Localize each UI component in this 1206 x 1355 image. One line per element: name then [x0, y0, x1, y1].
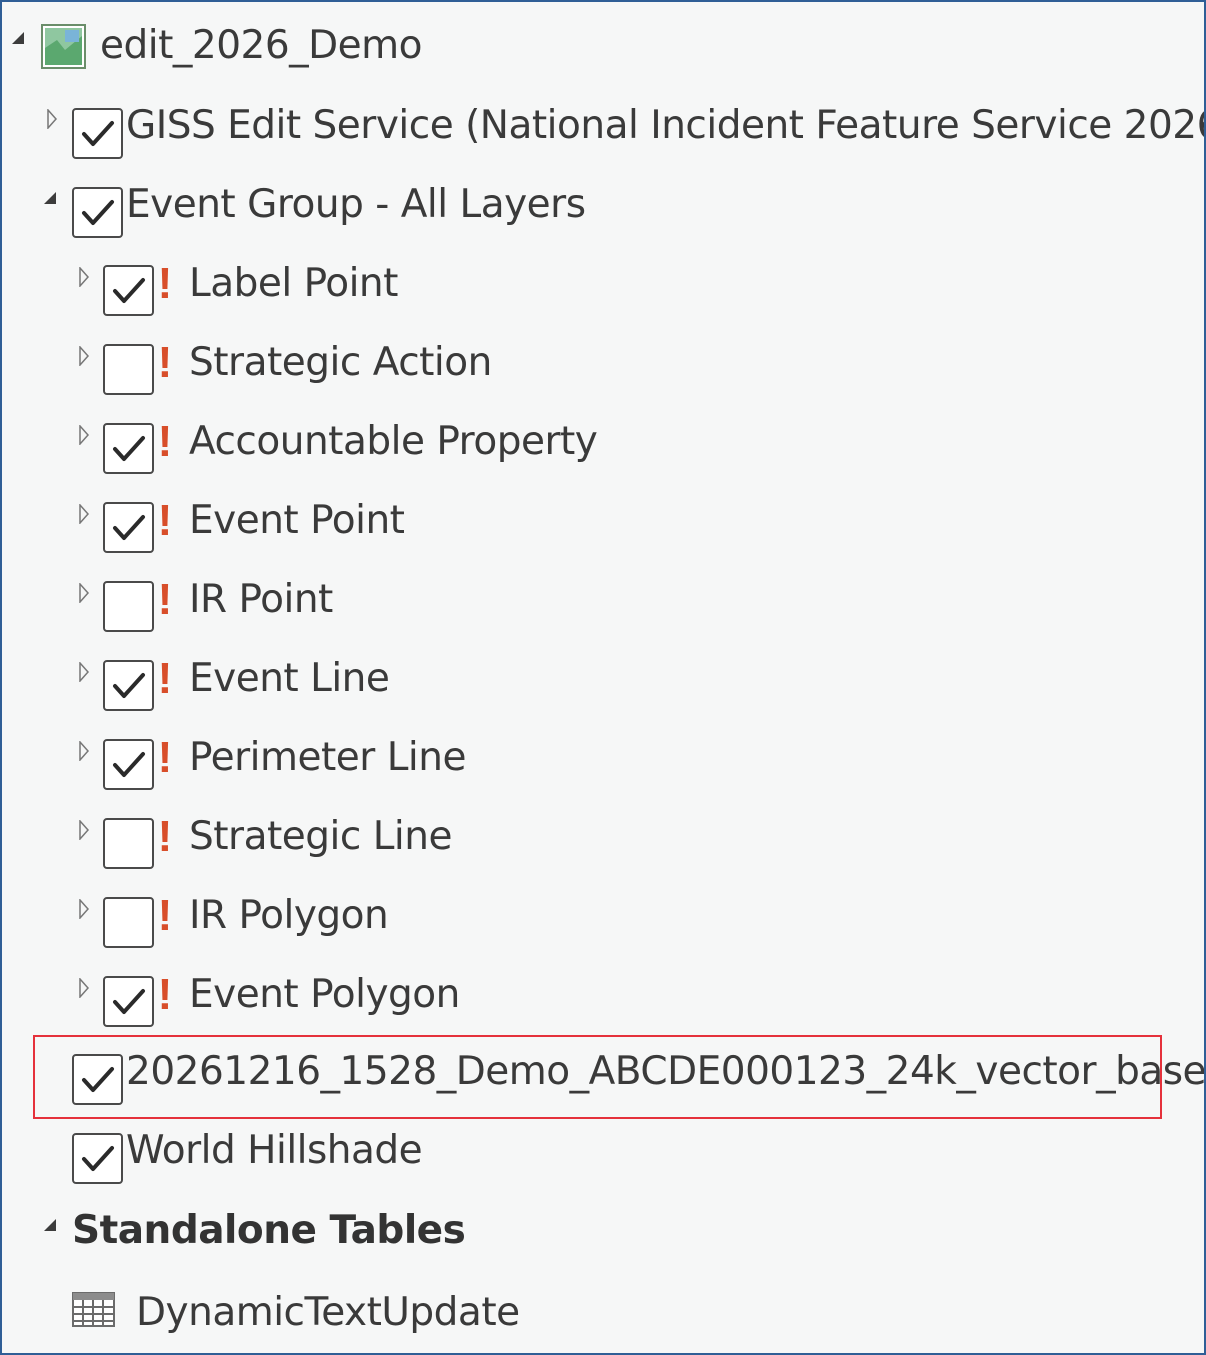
map-icon [41, 24, 86, 69]
layer-checkbox[interactable] [72, 108, 123, 159]
warning-icon: ! [157, 654, 173, 703]
sublayer-checkbox[interactable] [103, 502, 154, 553]
collapse-triangle-icon[interactable] [79, 267, 89, 287]
layer-checkbox[interactable] [72, 187, 123, 238]
sublayer-row[interactable]: ! Event Point [2, 482, 1204, 561]
warning-icon: ! [157, 417, 173, 466]
warning-icon: ! [157, 733, 173, 782]
collapse-triangle-icon[interactable] [79, 583, 89, 603]
sublayer-label: Event Line [189, 656, 390, 701]
warning-icon: ! [157, 891, 173, 940]
layer-row-event-group[interactable]: Event Group - All Layers [2, 166, 1204, 245]
layer-checkbox[interactable] [72, 1054, 123, 1105]
table-icon [72, 1292, 115, 1327]
sublayer-label: Strategic Action [189, 340, 492, 385]
layer-row-giss-edit-service[interactable]: GISS Edit Service (National Incident Fea… [2, 87, 1204, 166]
layer-label: Event Group - All Layers [126, 182, 586, 227]
sublayer-label: Accountable Property [189, 419, 598, 464]
expand-triangle-icon[interactable] [12, 32, 24, 44]
sublayer-label: Perimeter Line [189, 735, 466, 780]
expand-triangle-icon[interactable] [44, 1219, 56, 1231]
expand-triangle-icon[interactable] [44, 192, 56, 204]
layer-row-world-hillshade[interactable]: World Hillshade [2, 1114, 1204, 1193]
collapse-triangle-icon[interactable] [79, 504, 89, 524]
collapse-triangle-icon[interactable] [79, 662, 89, 682]
layer-label: GISS Edit Service (National Incident Fea… [126, 103, 1206, 148]
sublayer-row[interactable]: ! Event Polygon [2, 956, 1204, 1035]
warning-icon: ! [157, 338, 173, 387]
map-row[interactable]: edit_2026_Demo [2, 8, 1204, 87]
warning-icon: ! [157, 812, 173, 861]
layer-label: World Hillshade [126, 1128, 423, 1173]
sublayer-label: IR Polygon [189, 893, 389, 938]
sublayer-row[interactable]: ! Strategic Action [2, 324, 1204, 403]
warning-icon: ! [157, 970, 173, 1019]
sublayer-row[interactable]: ! IR Point [2, 561, 1204, 640]
sublayer-row[interactable]: ! Label Point [2, 245, 1204, 324]
sublayer-checkbox[interactable] [103, 660, 154, 711]
collapse-triangle-icon[interactable] [47, 109, 57, 129]
layer-label: 20261216_1528_Demo_ABCDE000123_24k_vecto… [126, 1049, 1206, 1094]
sublayer-checkbox[interactable] [103, 897, 154, 948]
sublayer-checkbox[interactable] [103, 265, 154, 316]
warning-icon: ! [157, 496, 173, 545]
sublayer-row[interactable]: ! IR Polygon [2, 877, 1204, 956]
collapse-triangle-icon[interactable] [79, 978, 89, 998]
standalone-tables-label: Standalone Tables [72, 1208, 466, 1253]
warning-icon: ! [157, 575, 173, 624]
collapse-triangle-icon[interactable] [79, 820, 89, 840]
sublayer-checkbox[interactable] [103, 818, 154, 869]
warning-icon: ! [157, 259, 173, 308]
layer-checkbox[interactable] [72, 1133, 123, 1184]
sublayer-label: Strategic Line [189, 814, 452, 859]
sublayer-checkbox[interactable] [103, 581, 154, 632]
sublayer-label: Event Polygon [189, 972, 460, 1017]
table-label: DynamicTextUpdate [136, 1290, 520, 1335]
standalone-tables-header[interactable]: Standalone Tables [2, 1193, 1204, 1272]
collapse-triangle-icon[interactable] [79, 425, 89, 445]
sublayer-label: Event Point [189, 498, 405, 543]
table-row-dynamic-text-update[interactable]: DynamicTextUpdate [2, 1274, 1204, 1353]
sublayer-label: Label Point [189, 261, 398, 306]
sublayer-row[interactable]: ! Event Line [2, 640, 1204, 719]
map-label: edit_2026_Demo [100, 23, 423, 68]
sublayer-row[interactable]: ! Perimeter Line [2, 719, 1204, 798]
sublayer-checkbox[interactable] [103, 739, 154, 790]
sublayer-label: IR Point [189, 577, 333, 622]
sublayer-row[interactable]: ! Accountable Property [2, 403, 1204, 482]
collapse-triangle-icon[interactable] [79, 741, 89, 761]
sublayer-checkbox[interactable] [103, 344, 154, 395]
sublayer-checkbox[interactable] [103, 423, 154, 474]
collapse-triangle-icon[interactable] [79, 346, 89, 366]
sublayer-checkbox[interactable] [103, 976, 154, 1027]
sublayer-row[interactable]: ! Strategic Line [2, 798, 1204, 877]
layer-row-vector-base[interactable]: 20261216_1528_Demo_ABCDE000123_24k_vecto… [2, 1035, 1204, 1114]
contents-pane: edit_2026_Demo GISS Edit Service (Nation… [0, 0, 1206, 1355]
collapse-triangle-icon[interactable] [79, 899, 89, 919]
